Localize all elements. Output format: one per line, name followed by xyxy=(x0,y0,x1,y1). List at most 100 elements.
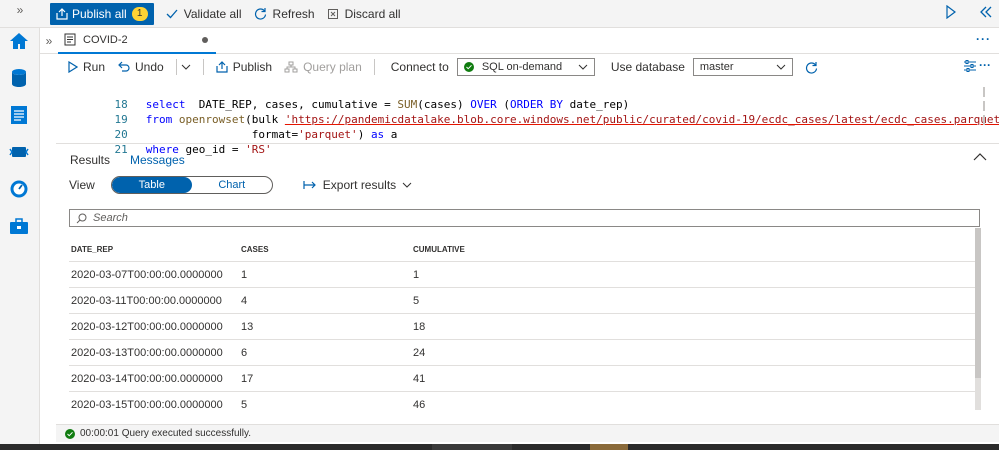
results-search-input[interactable]: Search xyxy=(69,209,980,227)
nav-manage[interactable] xyxy=(8,215,30,237)
cell-cases: 4 xyxy=(241,294,248,307)
connected-icon xyxy=(463,62,474,72)
tab-covid-2[interactable]: COVID-2 xyxy=(58,28,216,54)
export-results-button[interactable]: Export results xyxy=(303,178,412,192)
status-message: 00:00:01 Query executed successfully. xyxy=(80,428,252,439)
table-row[interactable]: 2020-03-07T00:00:00.0000000 1 1 xyxy=(69,261,975,287)
cell-cases: 17 xyxy=(241,372,254,385)
database-icon xyxy=(12,69,26,87)
taskbar-item[interactable] xyxy=(432,444,512,450)
toolbar-divider xyxy=(175,59,177,75)
connect-to-select[interactable]: SQL on-demand xyxy=(456,58,595,76)
expand-nav-icon[interactable]: » xyxy=(0,0,40,28)
connect-to-label: Connect to xyxy=(390,60,449,74)
results-tab-bar: Results Messages xyxy=(56,143,999,173)
play-icon[interactable] xyxy=(945,5,957,19)
nav-monitor[interactable] xyxy=(8,178,30,200)
table-row[interactable]: 2020-03-12T00:00:00.0000000 13 18 xyxy=(69,313,975,339)
column-header[interactable]: DATE_REP xyxy=(69,245,241,254)
publish-button[interactable]: Publish xyxy=(216,60,272,74)
view-toggle: Table Chart xyxy=(110,176,273,194)
tab-label: COVID-2 xyxy=(83,33,128,46)
nav-home[interactable] xyxy=(8,30,30,52)
chevron-down-icon xyxy=(402,182,412,188)
results-grid: DATE_REP CASES CUMULATIVE 2020-03-07T00:… xyxy=(69,237,975,417)
nav-develop[interactable] xyxy=(8,104,30,126)
toolbar-divider xyxy=(202,59,204,75)
tab-results[interactable]: Results xyxy=(70,151,110,167)
cell-cumulative: 46 xyxy=(413,398,426,411)
properties-icon[interactable] xyxy=(963,60,977,72)
database-select[interactable]: master xyxy=(692,58,793,76)
validate-all-button[interactable]: Validate all xyxy=(166,7,242,21)
chevron-down-icon[interactable] xyxy=(181,63,191,71)
code-text: a xyxy=(384,128,398,141)
code-text: ) xyxy=(357,128,371,141)
cell-date-rep: 2020-03-14T00:00:00.0000000 xyxy=(71,372,223,385)
code-editor[interactable]: 18 select DATE_REP, cases, cumulative = S… xyxy=(56,81,999,156)
chevron-down-icon xyxy=(578,64,588,70)
more-options-icon[interactable]: ··· xyxy=(976,32,991,46)
document-icon xyxy=(11,106,27,124)
run-label: Run xyxy=(83,60,106,74)
nav-integrate[interactable] xyxy=(8,141,30,163)
toolbox-icon xyxy=(10,218,28,234)
discard-all-button[interactable]: Discard all xyxy=(327,7,401,21)
view-options: View Table Chart Export results xyxy=(56,174,999,196)
gauge-icon xyxy=(10,180,28,198)
grid-header: DATE_REP CASES CUMULATIVE xyxy=(69,237,975,261)
grid-scrollbar-thumb[interactable] xyxy=(975,228,981,378)
chevron-up-icon[interactable] xyxy=(973,152,987,162)
export-icon xyxy=(303,181,316,189)
refresh-button[interactable]: Refresh xyxy=(254,7,315,21)
cell-cumulative: 41 xyxy=(413,372,426,385)
search-icon xyxy=(76,213,87,223)
discard-all-label: Discard all xyxy=(344,6,401,21)
search-placeholder: Search xyxy=(93,212,128,224)
sql-script-icon xyxy=(64,33,76,46)
undo-button[interactable]: Undo xyxy=(117,60,164,74)
toolbar-divider xyxy=(373,59,375,75)
view-chart-button[interactable]: Chart xyxy=(192,177,272,193)
table-row[interactable]: 2020-03-15T00:00:00.0000000 5 46 xyxy=(69,391,975,417)
cell-cases: 6 xyxy=(241,346,248,359)
publish-all-button[interactable]: Publish all 1 xyxy=(50,2,154,25)
discard-icon xyxy=(327,8,338,19)
code-line: 20 format='parquet') as a xyxy=(56,112,398,141)
refresh-icon[interactable] xyxy=(805,61,818,74)
nav-data[interactable] xyxy=(8,67,30,89)
query-plan-label: Query plan xyxy=(303,60,362,74)
cell-cases: 1 xyxy=(241,268,248,281)
unsaved-indicator[interactable] xyxy=(202,36,208,43)
column-header[interactable]: CASES xyxy=(241,245,413,254)
collapse-explorer-icon[interactable]: » xyxy=(40,34,58,48)
view-table-button[interactable]: Table xyxy=(111,177,192,193)
run-button[interactable]: Run xyxy=(68,60,105,74)
query-plan-icon xyxy=(284,61,298,73)
publish-icon xyxy=(216,61,228,73)
top-right-actions xyxy=(945,5,993,19)
table-row[interactable]: 2020-03-11T00:00:00.0000000 4 5 xyxy=(69,287,975,313)
cell-cumulative: 1 xyxy=(413,268,420,281)
table-row[interactable]: 2020-03-14T00:00:00.0000000 17 41 xyxy=(69,365,975,391)
left-nav xyxy=(0,28,40,444)
cell-date-rep: 2020-03-15T00:00:00.0000000 xyxy=(71,398,223,411)
query-plan-button[interactable]: Query plan xyxy=(284,60,362,74)
editor-tab-strip: » COVID-2 ··· xyxy=(40,28,999,54)
cell-cumulative: 5 xyxy=(413,294,420,307)
taskbar-item[interactable] xyxy=(590,444,628,450)
editor-overview-ruler[interactable] xyxy=(983,87,993,129)
cell-cases: 5 xyxy=(241,398,248,411)
keyword: as xyxy=(370,128,385,141)
synapse-studio: » Publish all 1 Validate all Refresh Dis… xyxy=(0,0,999,450)
collapse-panel-icon[interactable] xyxy=(979,5,993,19)
check-icon xyxy=(166,9,178,18)
refresh-icon xyxy=(254,8,266,20)
tab-messages[interactable]: Messages xyxy=(130,151,185,167)
top-command-bar: » Publish all 1 Validate all Refresh Dis… xyxy=(0,0,999,28)
more-options-icon[interactable]: ··· xyxy=(979,58,991,72)
cell-cumulative: 18 xyxy=(413,320,426,333)
editor-toolbar: Run Undo Publish Query plan Connect to S… xyxy=(56,55,999,79)
table-row[interactable]: 2020-03-13T00:00:00.0000000 6 24 xyxy=(69,339,975,365)
column-header[interactable]: CUMULATIVE xyxy=(413,245,975,254)
